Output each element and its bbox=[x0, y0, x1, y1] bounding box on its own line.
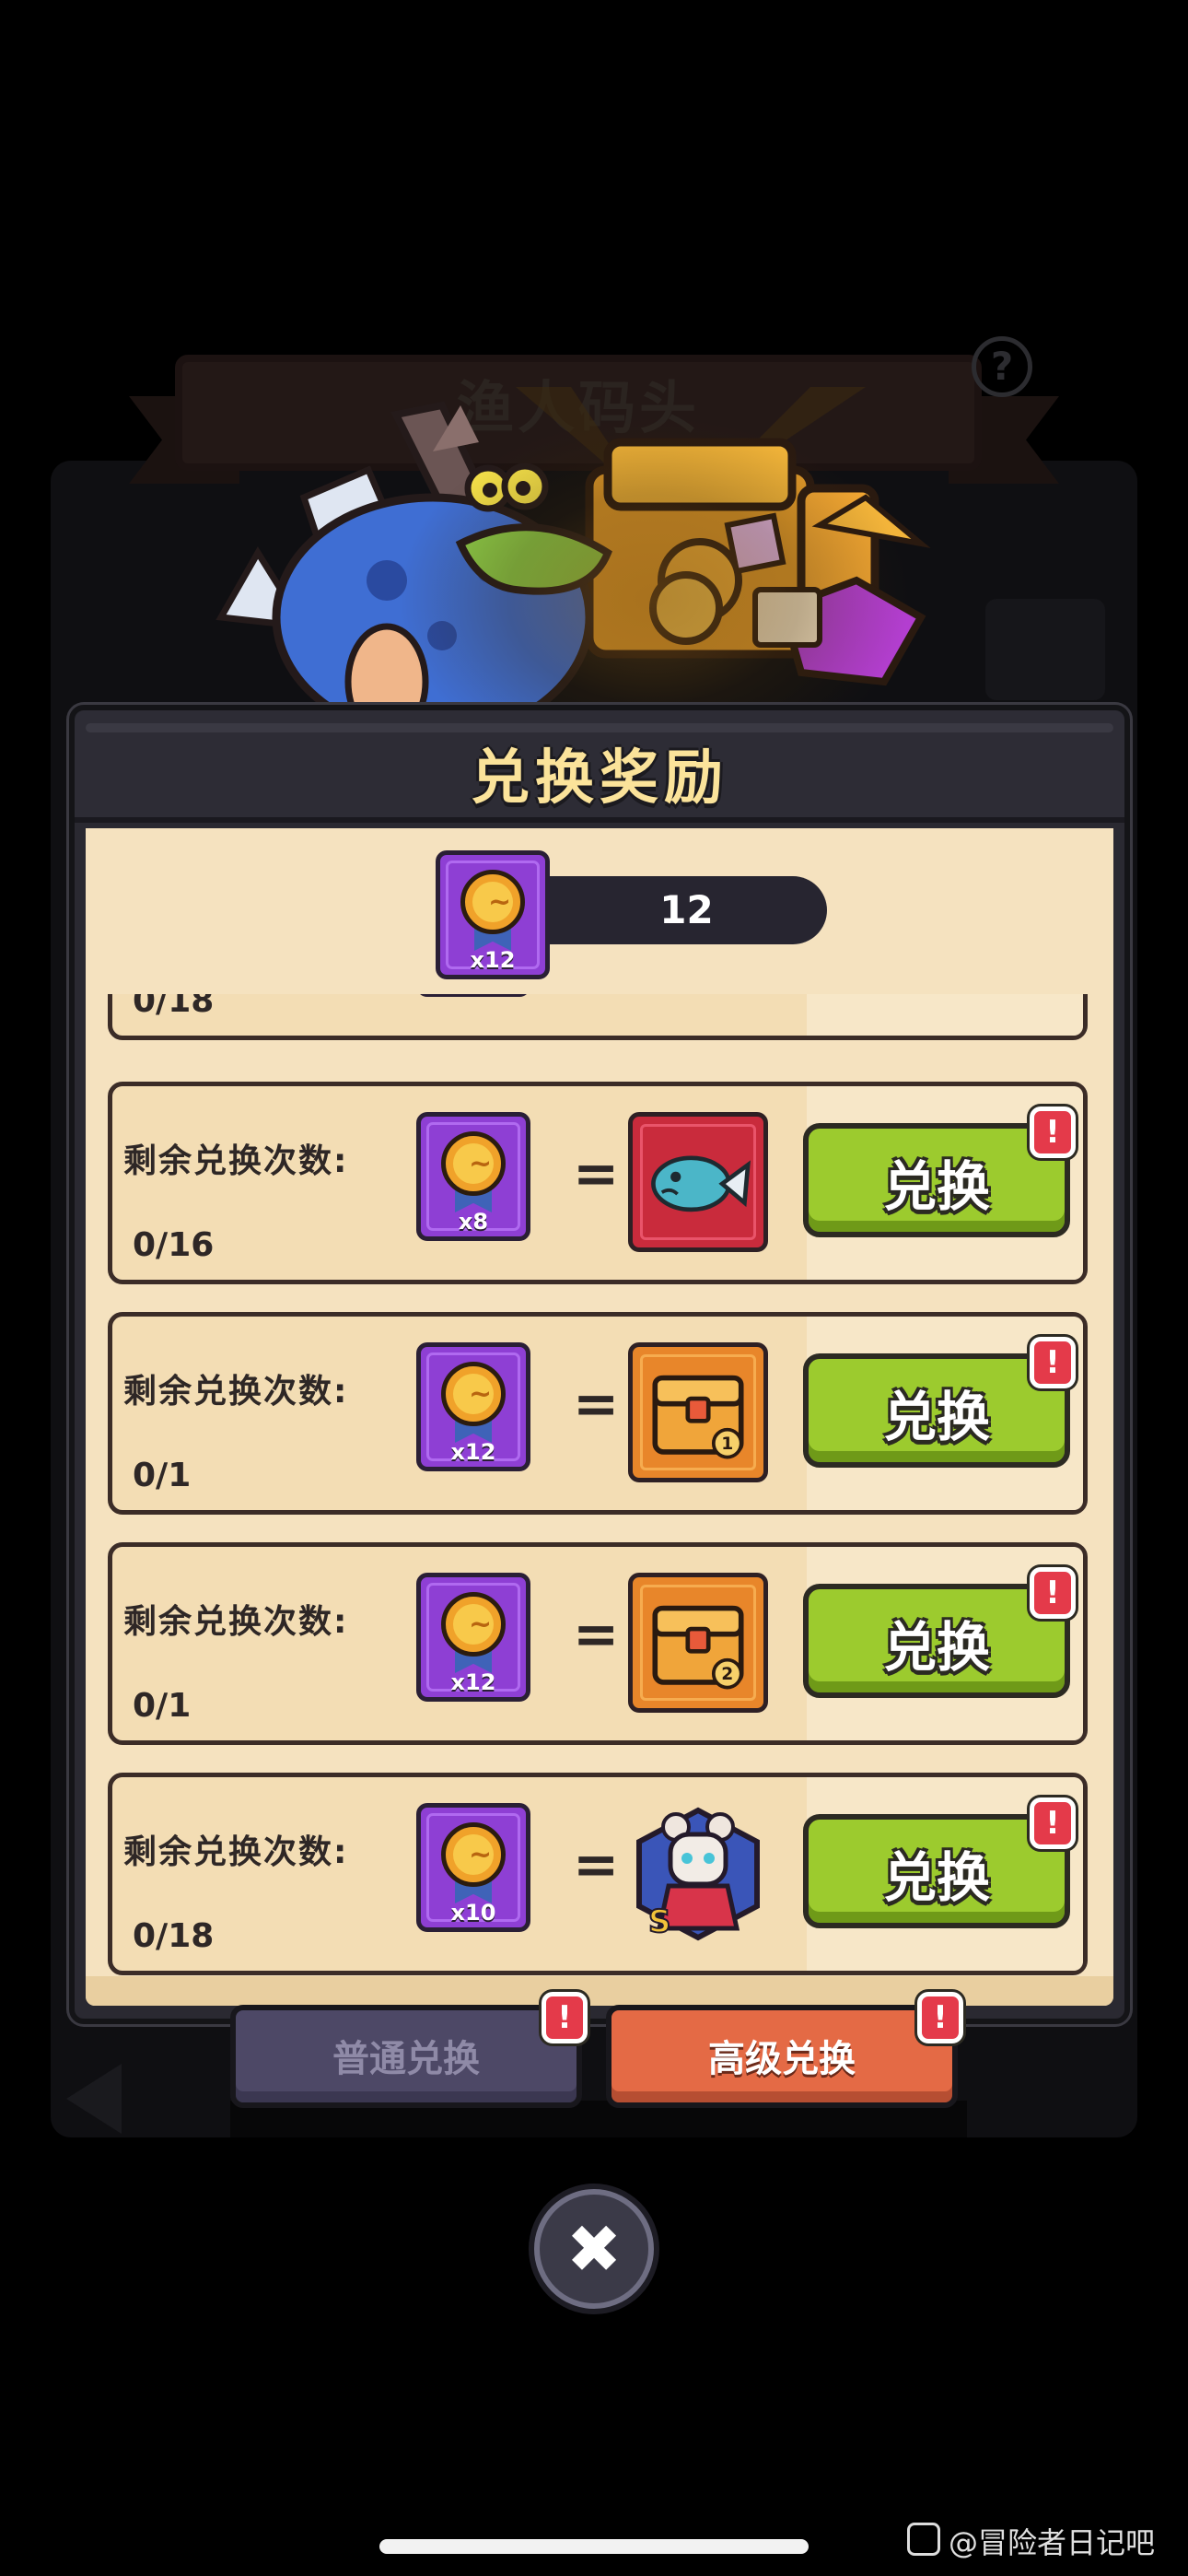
exchange-row-partial: 0/18 x8 bbox=[108, 994, 1088, 1040]
exchange-row: 剩余兑换次数: 0/18 ~ x10 = S 兑换 ! bbox=[108, 1773, 1088, 1975]
cost-medal-tile: x8 bbox=[416, 994, 530, 997]
cost-qty: x8 bbox=[458, 1209, 489, 1235]
remaining-count: 0/18 bbox=[133, 994, 215, 1020]
alert-badge-glyph: ! bbox=[1045, 1575, 1060, 1611]
hero-glow bbox=[396, 415, 912, 737]
exchange-button-label: 兑换 bbox=[882, 1846, 990, 1909]
cost-qty: x12 bbox=[450, 1439, 496, 1465]
exchange-row: 剩余兑换次数: 0/1 ~ x12 = 1 兑换 ! bbox=[108, 1312, 1088, 1515]
tab-advanced-label: 高级兑换 bbox=[708, 2038, 856, 2080]
cost-medal-tile: ~ x10 bbox=[416, 1803, 530, 1932]
alert-badge: ! bbox=[1030, 1337, 1076, 1388]
alert-badge-glyph: ! bbox=[1045, 1114, 1060, 1151]
remaining-label: 剩余兑换次数: bbox=[123, 1603, 349, 1641]
tab-normal-exchange[interactable]: 普通兑换 bbox=[230, 2005, 582, 2108]
fish-medal-icon: ~ bbox=[441, 1362, 506, 1426]
cost-medal-tile: ~ x12 bbox=[416, 1342, 530, 1471]
remaining-count: 0/18 bbox=[133, 1917, 215, 1955]
medal-fish-glyph: ~ bbox=[488, 886, 512, 919]
fish-medal-icon: ~ bbox=[441, 1131, 506, 1196]
equals-sign: = bbox=[573, 1602, 620, 1667]
exchange-list[interactable]: 0/18 x8 剩余兑换次数: 0/16 ~ x8 = bbox=[86, 994, 1113, 1980]
close-button[interactable]: ✖ bbox=[534, 2189, 654, 2309]
equals-sign: = bbox=[573, 1372, 620, 1436]
alert-badge-glyph: ! bbox=[557, 1999, 572, 2036]
remaining-count: 0/1 bbox=[133, 1687, 192, 1725]
exchange-button-label: 兑换 bbox=[882, 1155, 990, 1218]
reward-tile[interactable]: 1 bbox=[628, 1342, 768, 1482]
dialog-body: 12 ~ x12 0/18 x8 剩余兑换次数 bbox=[86, 828, 1113, 2006]
alert-badge: ! bbox=[1030, 1797, 1076, 1849]
tab-normal-alert-badge: ! bbox=[542, 1992, 588, 2043]
currency-medal-tile: ~ x12 bbox=[436, 850, 550, 979]
medal-coin-face: ~ bbox=[472, 882, 513, 922]
dialog-header: 兑换奖励 bbox=[75, 710, 1124, 823]
cost-medal-tile: ~ x8 bbox=[416, 1112, 530, 1241]
treasure-chest-2-icon: 2 bbox=[652, 1605, 744, 1690]
equals-sign: = bbox=[573, 1832, 620, 1897]
exchange-row: 剩余兑换次数: 0/1 ~ x12 = 2 兑换 ! bbox=[108, 1542, 1088, 1745]
remaining-label: 剩余兑换次数: bbox=[123, 1833, 349, 1871]
reward-tile[interactable]: S bbox=[628, 1803, 768, 1943]
alert-badge-glyph: ! bbox=[1045, 1344, 1060, 1381]
hero-illustration bbox=[0, 387, 1188, 737]
close-icon: ✖ bbox=[565, 2210, 623, 2288]
reward-tile[interactable] bbox=[628, 1112, 768, 1252]
back-arrow-icon[interactable] bbox=[66, 2064, 122, 2134]
currency-counter: 12 ~ x12 bbox=[436, 850, 832, 979]
s-rank-character-icon: S bbox=[636, 1807, 760, 1941]
home-indicator[interactable] bbox=[379, 2539, 809, 2554]
blue-fish-icon bbox=[651, 1155, 751, 1212]
medal-coin-face: ~ bbox=[453, 1374, 494, 1414]
alert-badge-glyph: ! bbox=[933, 1999, 948, 2036]
medal-coin-face: ~ bbox=[453, 1834, 494, 1875]
cost-qty: x12 bbox=[450, 1669, 496, 1695]
tab-advanced-exchange[interactable]: 高级兑换 bbox=[606, 2005, 958, 2108]
alert-badge: ! bbox=[1030, 1567, 1076, 1619]
reward-tile[interactable]: 2 bbox=[628, 1573, 768, 1713]
dialog-title: 兑换奖励 bbox=[471, 744, 728, 813]
chest-tier-number: 2 bbox=[721, 1665, 733, 1684]
cost-qty: x10 bbox=[450, 1900, 496, 1926]
watermark-text: @冒险者日记吧 bbox=[949, 2525, 1156, 2560]
tieba-logo-icon bbox=[907, 2523, 940, 2556]
medal-fish-glyph: ~ bbox=[469, 1378, 493, 1411]
fish-medal-icon: ~ bbox=[441, 1822, 506, 1887]
remaining-label: 剩余兑换次数: bbox=[123, 1142, 349, 1180]
alert-badge: ! bbox=[1030, 1107, 1076, 1158]
tab-normal-label: 普通兑换 bbox=[332, 2038, 480, 2080]
tab-advanced-alert-badge: ! bbox=[917, 1992, 963, 2043]
medal-coin-face: ~ bbox=[453, 1604, 494, 1645]
alert-badge-glyph: ! bbox=[1045, 1805, 1060, 1842]
medal-fish-glyph: ~ bbox=[469, 1609, 493, 1641]
exchange-button-label: 兑换 bbox=[882, 1386, 990, 1448]
medal-fish-glyph: ~ bbox=[469, 1839, 493, 1871]
remaining-count: 0/16 bbox=[133, 1226, 215, 1264]
currency-tile-qty: x12 bbox=[470, 947, 516, 973]
treasure-chest-1-icon: 1 bbox=[652, 1375, 744, 1459]
cost-medal-tile: ~ x12 bbox=[416, 1573, 530, 1702]
exchange-row: 剩余兑换次数: 0/16 ~ x8 = 兑换 ! bbox=[108, 1082, 1088, 1284]
medal-coin-face: ~ bbox=[453, 1143, 494, 1184]
remaining-label: 剩余兑换次数: bbox=[123, 1373, 349, 1411]
exchange-button-label: 兑换 bbox=[882, 1616, 990, 1679]
chest-tier-number: 1 bbox=[721, 1434, 733, 1454]
fish-medal-icon: ~ bbox=[460, 870, 525, 934]
medal-fish-glyph: ~ bbox=[469, 1148, 493, 1180]
exchange-reward-dialog: 兑换奖励 12 ~ x12 0/18 x8 bbox=[69, 705, 1130, 2024]
rank-letter: S bbox=[648, 1903, 671, 1940]
equals-sign: = bbox=[573, 1142, 620, 1206]
row-shade bbox=[807, 994, 1083, 1036]
remaining-count: 0/1 bbox=[133, 1457, 192, 1494]
fish-medal-icon: ~ bbox=[441, 1592, 506, 1657]
